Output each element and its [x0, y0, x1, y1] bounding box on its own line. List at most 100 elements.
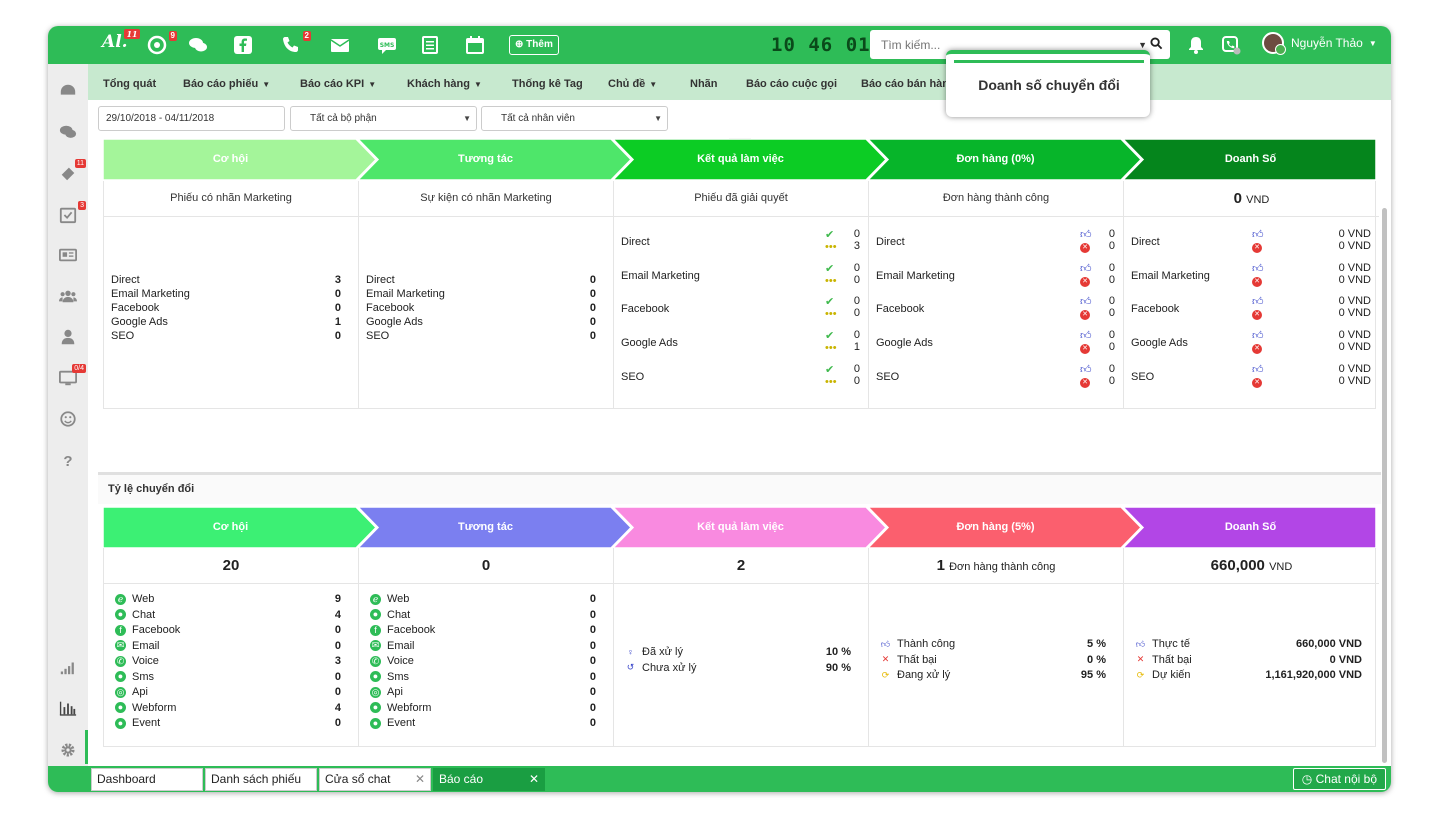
- menu-kpi-report[interactable]: Báo cáo KPI ▼: [300, 64, 376, 100]
- metric-value: 0 VND: [1329, 653, 1362, 666]
- tab-chat-window[interactable]: Cửa sổ chat ✕: [319, 768, 431, 791]
- monitor-icon[interactable]: 0/4: [57, 364, 86, 389]
- task-check-icon[interactable]: 3: [57, 201, 86, 226]
- channel-label: SEO: [111, 330, 135, 342]
- channel-value: 0: [589, 316, 596, 328]
- metric-label: Thực tế: [1152, 638, 1190, 650]
- menu-overview[interactable]: Tổng quát: [103, 64, 156, 100]
- value-pending: 0: [1108, 273, 1115, 286]
- metric-label: Chưa xử lý: [642, 661, 697, 674]
- menu-customers[interactable]: Khách hàng ▼: [407, 64, 482, 100]
- bar-chart-icon[interactable]: [57, 697, 79, 719]
- add-button[interactable]: ⊕ Thêm: [509, 35, 559, 55]
- search-dropdown-icon[interactable]: ▼: [1138, 40, 1147, 50]
- metric-label: Đã xử lý: [642, 646, 683, 658]
- search-icon[interactable]: [1150, 36, 1170, 53]
- menu-ticket-report[interactable]: Báo cáo phiếu ▼: [183, 64, 270, 100]
- staff-select[interactable]: Tất cả nhân viên ▼: [481, 106, 668, 131]
- funnel1-column: Đơn hàng thành công Direct 👍︎ ✕ 0 0 Email Mark…: [869, 181, 1124, 409]
- tab-dashboard[interactable]: Dashboard: [91, 768, 203, 791]
- source-label: Facebook: [132, 624, 181, 636]
- chat-bubbles-icon[interactable]: [187, 34, 209, 56]
- metric-value: 660,000 VND: [1295, 638, 1362, 650]
- facebook-icon: f: [370, 624, 381, 636]
- group-icon[interactable]: [57, 285, 79, 307]
- value-pending: 0: [1108, 374, 1115, 387]
- value-pending: 3: [853, 240, 860, 252]
- source-value: 9: [334, 593, 341, 605]
- channel-value: 0: [589, 274, 596, 286]
- help-icon[interactable]: ?: [57, 450, 79, 472]
- chevron-down-icon: ▼: [1368, 38, 1377, 48]
- call-status-icon[interactable]: [1220, 34, 1242, 56]
- report-menu-bar: Tổng quát Báo cáo phiếu ▼ Báo cáo KPI ▼ Kh…: [88, 64, 1391, 100]
- monitor-badge: 0/4: [72, 364, 86, 373]
- department-select[interactable]: Tất cả bộ phận ▼: [290, 106, 477, 131]
- source-value: 0: [334, 686, 341, 698]
- sms-icon[interactable]: SMS: [376, 34, 398, 56]
- menu-labels[interactable]: Nhãn: [690, 64, 718, 100]
- chat-icon: ●: [115, 609, 126, 621]
- channel-value: 0: [334, 330, 341, 342]
- value-pending: 0: [853, 273, 860, 286]
- channel-value: 3: [334, 274, 341, 286]
- close-icon[interactable]: ✕: [529, 769, 539, 790]
- calendar-icon[interactable]: [464, 34, 486, 56]
- stage-label: Doanh Số: [1224, 521, 1277, 533]
- thumbs-up-icon: 👍︎: [1080, 363, 1092, 376]
- tab-report[interactable]: Báo cáo ✕: [433, 768, 545, 791]
- caret-down-icon: ▼: [654, 114, 662, 123]
- metric-value: 1,161,920,000 VND: [1265, 669, 1362, 681]
- metric-value: 10 %: [825, 646, 851, 658]
- signal-bars-icon[interactable]: [57, 656, 79, 678]
- mail-icon[interactable]: [329, 34, 351, 56]
- value-success: 0: [853, 228, 860, 240]
- user-menu[interactable]: Nguyễn Thảo ▼: [1262, 32, 1377, 55]
- mail-icon: ✉: [370, 640, 381, 652]
- app-logo[interactable]: Al. 11: [102, 29, 140, 52]
- user-icon[interactable]: [57, 326, 79, 348]
- menu-sales-report[interactable]: Báo cáo bán hàng: [861, 64, 956, 100]
- dashboard-gauge-icon[interactable]: [57, 80, 79, 102]
- stage-total: 2: [736, 557, 746, 574]
- phone-icon[interactable]: 2: [280, 31, 311, 56]
- menu-call-report[interactable]: Báo cáo cuộc gọi: [746, 64, 837, 100]
- source-value: 0: [589, 717, 596, 729]
- x-circle-icon: ✕: [1080, 344, 1090, 355]
- source-value: 0: [589, 608, 596, 621]
- api-icon: ◎: [115, 686, 126, 698]
- funnel2-column: 1 Đơn hàng thành công 👍︎ Thành công 5 % ✕ Thấ…: [869, 548, 1124, 747]
- sms-icon: ●: [115, 671, 126, 683]
- bell-icon[interactable]: [1185, 34, 1207, 56]
- channel-label: SEO: [1131, 370, 1155, 383]
- gear-icon[interactable]: [57, 739, 79, 761]
- source-label: Sms: [132, 670, 154, 683]
- internal-chat-button[interactable]: ◷ Chat nội bộ: [1292, 768, 1386, 790]
- close-icon[interactable]: ✕: [415, 769, 425, 790]
- menu-topics[interactable]: Chủ đề ▼: [608, 64, 657, 100]
- menu-tag-stats[interactable]: Thống kê Tag: [512, 64, 583, 100]
- value-success: 0: [853, 295, 860, 308]
- ticket-badge: 11: [74, 159, 86, 168]
- facebook-icon[interactable]: [232, 34, 254, 56]
- ticket-icon[interactable]: 11: [57, 159, 86, 184]
- revenue-total: 0 VND: [1233, 190, 1270, 207]
- value-pending: 0 VND: [1338, 307, 1371, 320]
- source-value: 0: [589, 624, 596, 636]
- smile-icon[interactable]: [57, 408, 79, 430]
- value-pending: 0 VND: [1338, 273, 1371, 286]
- vertical-scrollbar[interactable]: [1382, 208, 1387, 763]
- tab-ticket-list[interactable]: Danh sách phiếu: [205, 768, 317, 791]
- date-range-input[interactable]: 29/10/2018 - 04/11/2018: [98, 106, 285, 131]
- user-name: Nguyễn Thảo: [1291, 36, 1363, 50]
- funnel-conversion-card: 20 ℯ Web 9 ● Chat 4 f Facebook 0 ✉ Email 0 ✆ Voice 3 ● Sm…: [103, 548, 1379, 747]
- chrome-icon[interactable]: 9: [146, 31, 177, 56]
- news-icon[interactable]: [57, 244, 79, 266]
- chat-icon[interactable]: [57, 121, 79, 143]
- thumbs-up-icon: 👍︎: [1252, 363, 1264, 376]
- undo-icon: ↺: [626, 662, 635, 673]
- report-icon[interactable]: [419, 34, 441, 56]
- stage-total: 0: [481, 557, 491, 574]
- channel-label: Google Ads: [1131, 337, 1188, 350]
- check-icon: ✔: [825, 296, 835, 309]
